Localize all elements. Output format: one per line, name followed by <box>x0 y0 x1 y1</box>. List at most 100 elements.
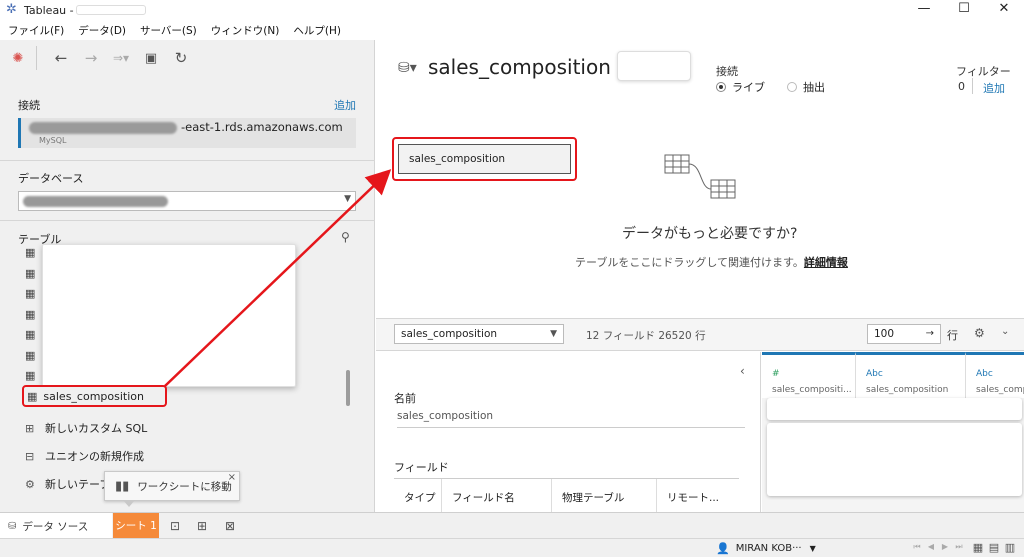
grid-redaction-box <box>767 398 1022 420</box>
divider <box>0 220 375 221</box>
window-title: Tableau - <box>24 3 74 17</box>
go-to-worksheet-tooltip[interactable]: ▮▮ ワークシートに移動 × <box>104 471 240 507</box>
join-tables-icon <box>664 154 736 199</box>
grid-column-name: sales_compositi... <box>772 385 852 395</box>
list-view-icon[interactable]: ▤ <box>986 541 1002 554</box>
filter-count: 0 <box>958 80 965 93</box>
film-strip-icon[interactable]: ▥ <box>1002 541 1018 554</box>
tab-data-source[interactable]: ⛁ データ ソース <box>0 513 112 539</box>
table-icon: ▦ <box>25 369 36 382</box>
bar-chart-icon: ▮▮ <box>115 478 130 494</box>
database-label: データベース <box>18 172 84 185</box>
menu-help[interactable]: ヘルプ(H) <box>285 22 347 40</box>
chevron-down-icon: ▼ <box>809 544 816 553</box>
connection-type: MySQL <box>39 136 67 145</box>
grid-view-icon[interactable]: ▦ <box>970 541 986 554</box>
tableau-logo-icon[interactable]: ✺ <box>6 51 30 66</box>
grid-column-header[interactable]: Abc sales_composition <box>856 352 966 398</box>
chevron-down-icon[interactable]: ⌄ <box>1001 326 1009 337</box>
fields-rows-count: 12 フィールド 26520 行 <box>586 330 706 342</box>
connection-host: -east-1.rds.amazonaws.com <box>181 120 343 134</box>
need-more-data-heading: データがもっと必要ですか? <box>622 226 798 242</box>
custom-sql-icon: ⊞ <box>25 421 35 435</box>
save-icon[interactable]: ▣ <box>139 51 163 66</box>
connection-mode-label: 接続 <box>716 65 738 78</box>
live-label: ライブ <box>732 81 765 94</box>
close-icon[interactable]: × <box>228 472 236 483</box>
string-type-icon[interactable]: Abc <box>866 369 883 379</box>
grid-column-header[interactable]: Abc sales_comp <box>966 352 1024 398</box>
divider <box>972 78 973 94</box>
table-icon: ▦ <box>25 287 36 300</box>
status-bar: 👤 MIRAN KOB··· ▼ ⏮ ◀ ▶ ⏭ ▦ ▤ ▥ <box>0 538 1024 557</box>
title-redaction-box <box>617 51 691 81</box>
filter-label: フィルター <box>956 65 1011 78</box>
table-item-sales-composition[interactable]: ▦ sales_composition <box>22 385 167 407</box>
number-type-icon[interactable]: # <box>772 369 780 379</box>
connections-label: 接続 <box>18 99 40 112</box>
connection-item[interactable]: -east-1.rds.amazonaws.com MySQL <box>18 118 356 148</box>
new-union-option[interactable]: ⊟ ユニオンの新規作成 <box>25 448 144 464</box>
database-redaction <box>23 196 168 207</box>
user-menu[interactable]: 👤 MIRAN KOB··· ▼ <box>716 542 816 555</box>
new-custom-sql-option[interactable]: ⊞ 新しいカスタム SQL <box>25 420 147 436</box>
refresh-icon[interactable]: ↻ <box>169 49 193 67</box>
menu-bar: ファイル(F) データ(D) サーバー(S) ウィンドウ(N) ヘルプ(H) <box>0 22 347 40</box>
add-filter-link[interactable]: 追加 <box>983 80 1005 96</box>
column-header[interactable]: 物理テーブル <box>552 479 657 512</box>
table-item-label: sales_composition <box>43 389 144 403</box>
datasource-icon[interactable]: ⛁▾ <box>398 60 417 76</box>
close-button[interactable]: ✕ <box>984 0 1024 18</box>
new-worksheet-icon[interactable]: ⊡ <box>164 517 186 535</box>
minimize-button[interactable]: — <box>904 0 944 18</box>
column-header[interactable]: フィールド名 <box>442 479 552 512</box>
menu-data[interactable]: データ(D) <box>70 22 132 40</box>
rows-label: 行 <box>947 329 958 342</box>
column-header[interactable]: タイプ <box>394 479 442 512</box>
datasource-title[interactable]: sales_composition <box>428 55 611 79</box>
canvas-table-sales-composition[interactable]: sales_composition <box>398 144 571 174</box>
live-radio[interactable]: ライブ <box>716 79 765 95</box>
tab-sheet-1[interactable]: シート 1 <box>113 513 159 539</box>
string-type-icon[interactable]: Abc <box>976 369 993 379</box>
next-sheet-icon[interactable]: ▶ <box>938 542 952 552</box>
table-icon: ▦ <box>25 308 36 321</box>
name-label: 名前 <box>394 392 416 405</box>
more-info-link[interactable]: 詳細情報 <box>804 256 848 269</box>
menu-server[interactable]: サーバー(S) <box>132 22 203 40</box>
gear-icon[interactable]: ⚙ <box>974 326 985 340</box>
sheet-navigation: ⏮ ◀ ▶ ⏭ <box>910 542 966 552</box>
table-icon: ▦ <box>27 389 38 403</box>
arrow-right-icon[interactable]: → <box>926 325 934 343</box>
datasource-icon: ⛁ <box>8 520 17 532</box>
rows-input[interactable]: 100 → <box>867 324 941 344</box>
name-field[interactable]: sales_composition <box>397 410 745 428</box>
search-icon[interactable]: ⚲ <box>341 230 350 244</box>
column-header[interactable]: リモート... <box>657 479 739 512</box>
new-dashboard-icon[interactable]: ⊞ <box>191 517 213 535</box>
extract-radio[interactable]: 抽出 <box>787 79 825 95</box>
new-story-icon[interactable]: ⊠ <box>219 517 241 535</box>
maximize-button[interactable]: ☐ <box>944 0 984 18</box>
chevron-left-icon[interactable]: ‹ <box>740 364 745 378</box>
prev-sheet-icon[interactable]: ◀ <box>924 542 938 552</box>
redo-icon[interactable]: ⇒▾ <box>109 51 133 65</box>
table-select[interactable]: sales_composition ▼ <box>394 324 564 344</box>
table-list-scrollbar[interactable] <box>346 370 350 406</box>
table-extension-icon: ⚙ <box>25 477 35 491</box>
radio-selected-icon <box>716 82 726 92</box>
host-redaction <box>29 122 177 134</box>
first-sheet-icon[interactable]: ⏮ <box>910 542 924 552</box>
canvas-table-highlight: sales_composition <box>392 137 577 181</box>
menu-window[interactable]: ウィンドウ(N) <box>203 22 286 40</box>
last-sheet-icon[interactable]: ⏭ <box>952 542 966 552</box>
forward-icon[interactable]: → <box>79 49 103 67</box>
grid-column-header[interactable]: # sales_compositi... <box>762 352 856 398</box>
add-connection-link[interactable]: 追加 <box>334 97 356 113</box>
back-icon[interactable]: ← <box>49 49 73 67</box>
rows-input-value: 100 <box>874 328 895 340</box>
extract-label: 抽出 <box>803 81 825 94</box>
menu-file[interactable]: ファイル(F) <box>0 22 70 40</box>
radio-unselected-icon <box>787 82 797 92</box>
database-select[interactable]: ▼ <box>18 191 356 211</box>
